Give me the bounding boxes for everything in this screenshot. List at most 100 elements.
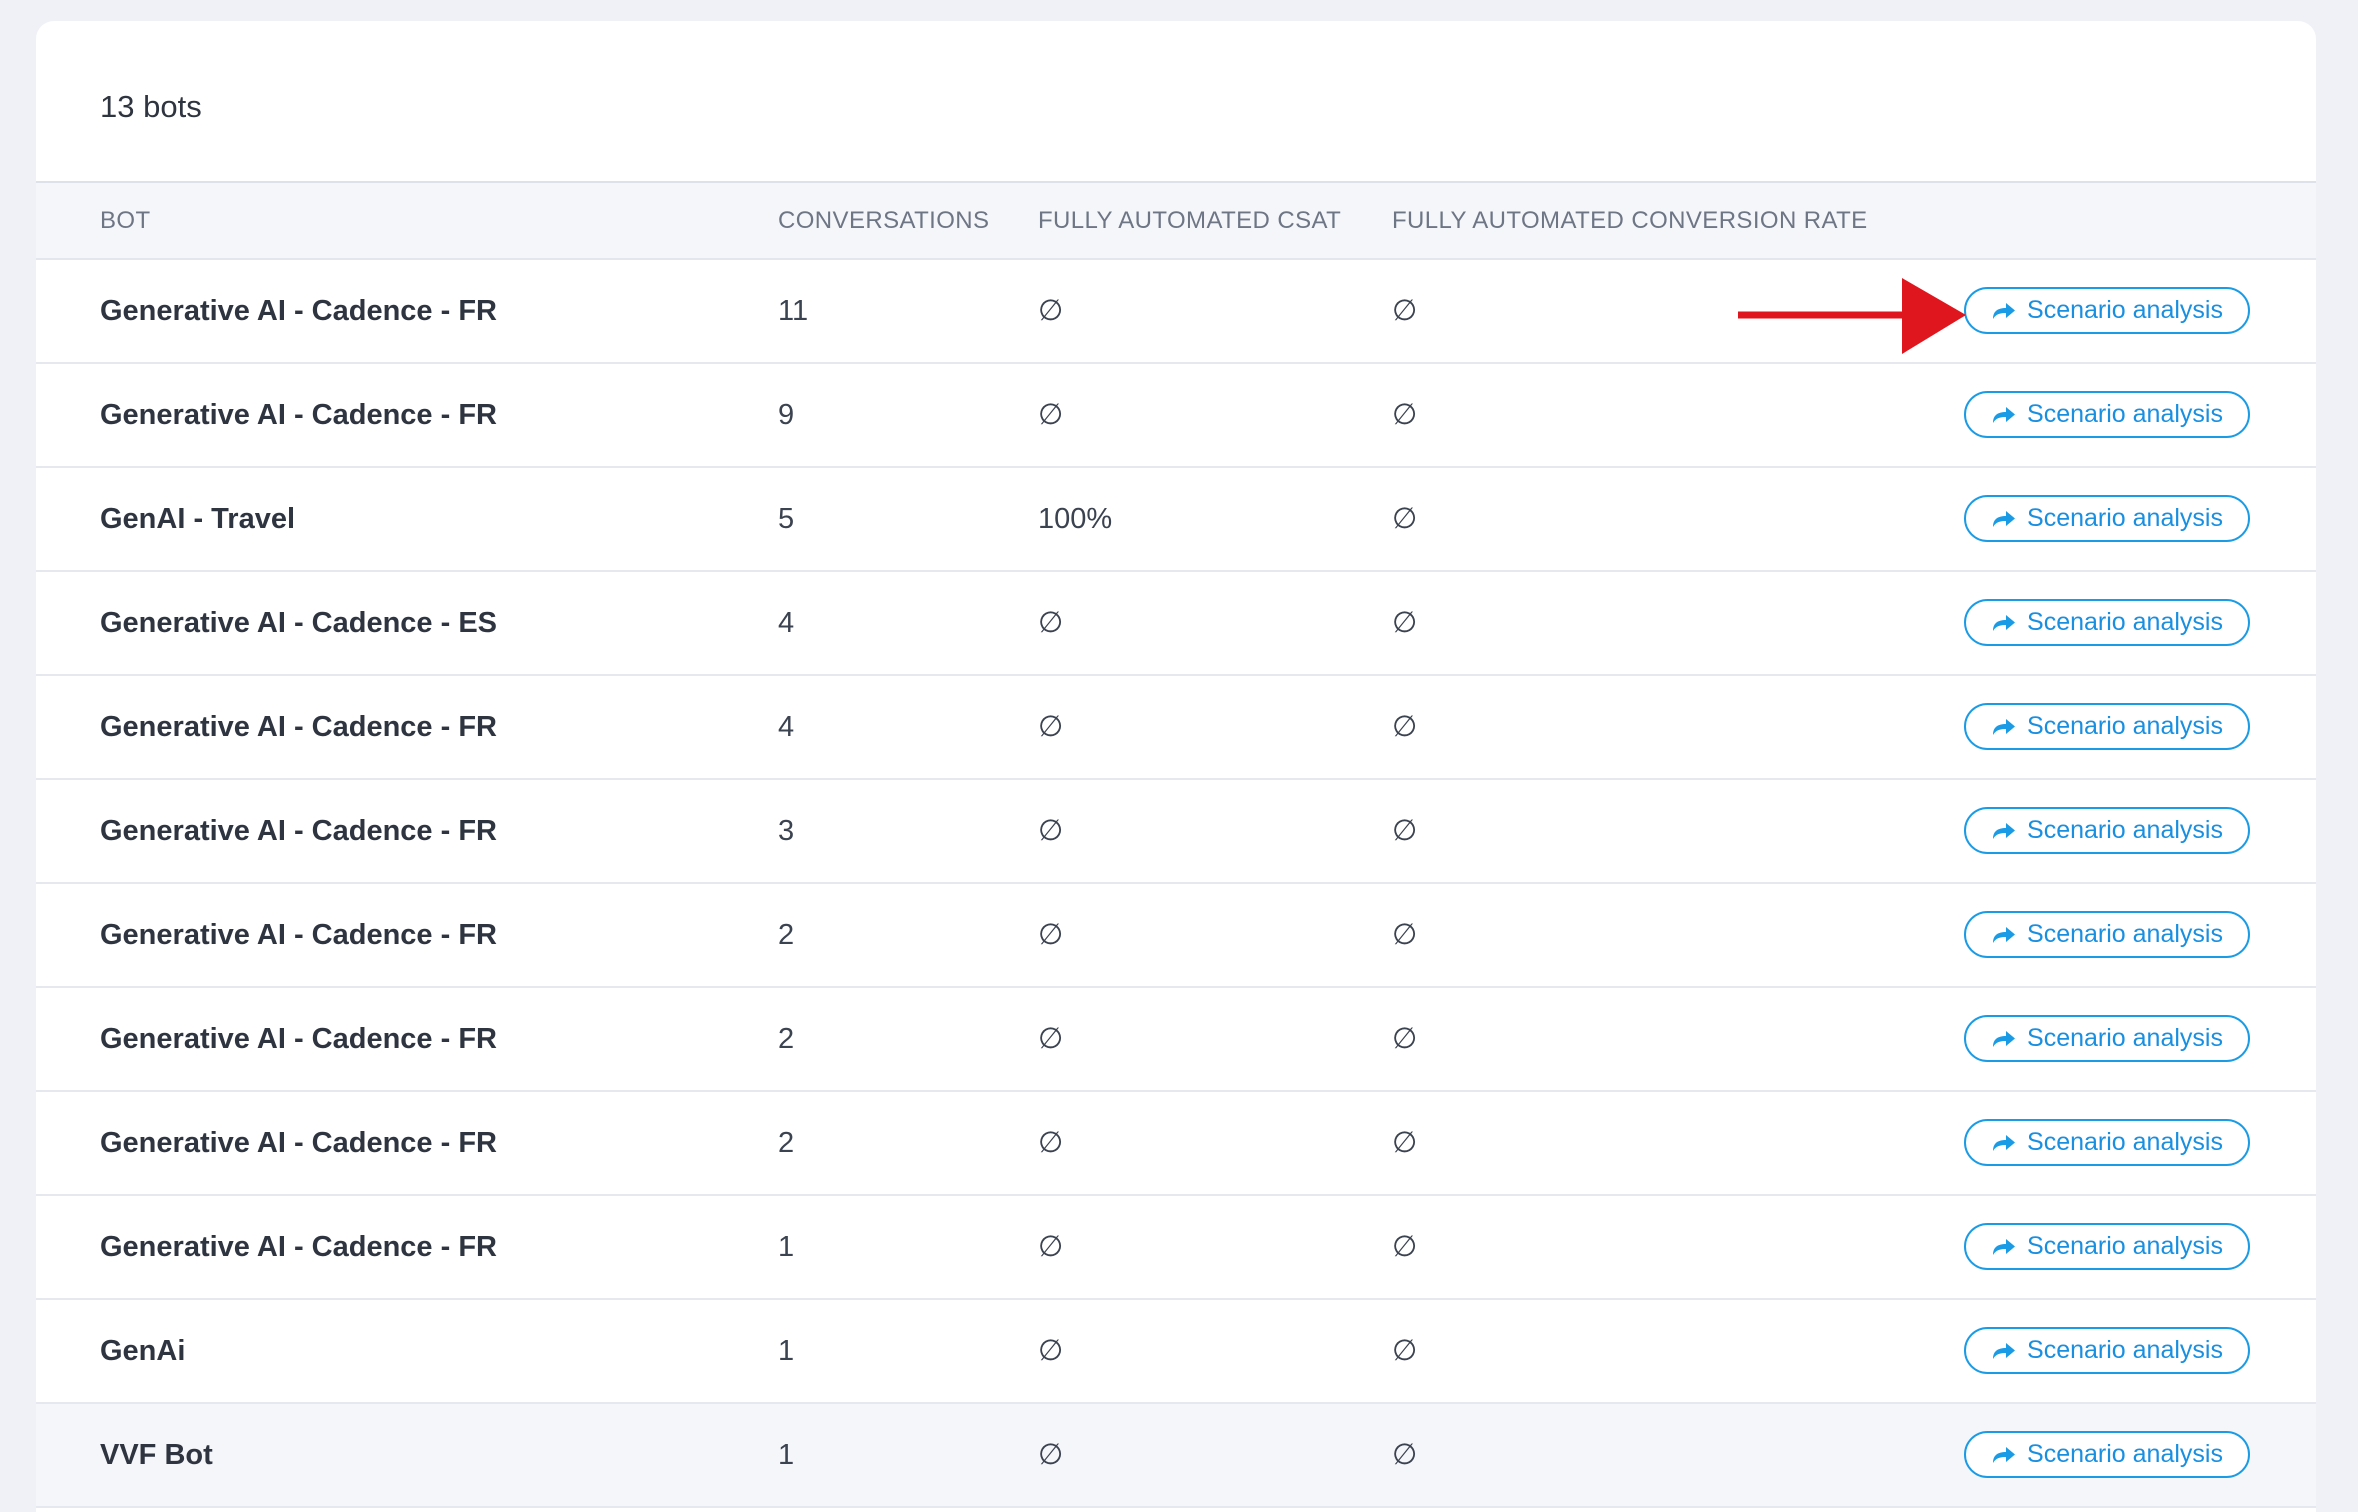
csat-cell: ∅	[1038, 295, 1064, 327]
column-header-conversations[interactable]: CONVERSATIONS	[778, 183, 989, 258]
conversion-rate-cell: ∅	[1392, 607, 1418, 639]
scenario-analysis-button[interactable]: Scenario analysis	[1964, 1327, 2250, 1374]
share-arrow-icon	[1993, 1134, 2016, 1151]
table-row[interactable]: Generative AI - Cadence - FR 1 ∅ ∅ Scenario …	[36, 1196, 2316, 1300]
conversion-rate-cell: ∅	[1392, 1439, 1418, 1471]
conversations-cell: 1	[778, 1231, 795, 1263]
bot-name-cell: Generative AI - Cadence - FR	[100, 295, 497, 327]
share-arrow-icon	[1993, 718, 2016, 735]
scenario-analysis-button[interactable]: Scenario analysis	[1964, 287, 2250, 334]
table-row[interactable]: Generative AI - Cadence - FR 11 ∅ ∅ Scenario…	[36, 260, 2316, 364]
share-arrow-icon	[1993, 926, 2016, 943]
share-arrow-icon	[1993, 614, 2016, 631]
scenario-analysis-label: Scenario analysis	[2027, 816, 2223, 844]
table-row[interactable]: GenAi 1 ∅ ∅ Scenario analysis	[36, 1300, 2316, 1404]
scenario-analysis-label: Scenario analysis	[2027, 296, 2223, 324]
bot-name-cell: Generative AI - Cadence - FR	[100, 1023, 497, 1055]
bot-name-cell: Generative AI - Cadence - FR	[100, 815, 497, 847]
bots-card: 13 bots BOT CONVERSATIONS FULLY AUTOMATE…	[36, 21, 2316, 1512]
scenario-analysis-label: Scenario analysis	[2027, 1024, 2223, 1052]
conversion-rate-cell: ∅	[1392, 1335, 1418, 1367]
bots-count-title: 13 bots	[100, 89, 202, 124]
csat-cell: ∅	[1038, 1231, 1064, 1263]
bot-name-cell: Generative AI - Cadence - FR	[100, 1127, 497, 1159]
share-arrow-icon	[1993, 510, 2016, 527]
conversion-rate-cell: ∅	[1392, 295, 1418, 327]
scenario-analysis-button[interactable]: Scenario analysis	[1964, 1223, 2250, 1270]
scenario-analysis-label: Scenario analysis	[2027, 1440, 2223, 1468]
csat-cell: ∅	[1038, 1127, 1064, 1159]
scenario-analysis-button[interactable]: Scenario analysis	[1964, 1431, 2250, 1478]
scenario-analysis-label: Scenario analysis	[2027, 1128, 2223, 1156]
table-row[interactable]: Generative AI - Cadence - ES 4 ∅ ∅ Scenario …	[36, 572, 2316, 676]
table-body: Generative AI - Cadence - FR 11 ∅ ∅ Scenario…	[36, 260, 2316, 1508]
table-row[interactable]: Generative AI - Cadence - FR 9 ∅ ∅ Scenario …	[36, 364, 2316, 468]
conversations-cell: 4	[778, 711, 795, 743]
scenario-analysis-label: Scenario analysis	[2027, 712, 2223, 740]
share-arrow-icon	[1993, 1342, 2016, 1359]
scenario-analysis-button[interactable]: Scenario analysis	[1964, 911, 2250, 958]
csat-cell: ∅	[1038, 815, 1064, 847]
csat-cell: ∅	[1038, 1023, 1064, 1055]
conversion-rate-cell: ∅	[1392, 503, 1418, 535]
bot-name-cell: Generative AI - Cadence - FR	[100, 919, 497, 951]
conversion-rate-cell: ∅	[1392, 1231, 1418, 1263]
scenario-analysis-label: Scenario analysis	[2027, 608, 2223, 636]
conversion-rate-cell: ∅	[1392, 815, 1418, 847]
conversations-cell: 5	[778, 503, 795, 535]
scenario-analysis-button[interactable]: Scenario analysis	[1964, 391, 2250, 438]
card-header: 13 bots	[36, 21, 2316, 183]
csat-cell: ∅	[1038, 711, 1064, 743]
conversations-cell: 9	[778, 399, 795, 431]
scenario-analysis-button[interactable]: Scenario analysis	[1964, 599, 2250, 646]
conversion-rate-cell: ∅	[1392, 919, 1418, 951]
scenario-analysis-label: Scenario analysis	[2027, 504, 2223, 532]
scenario-analysis-label: Scenario analysis	[2027, 400, 2223, 428]
conversations-cell: 2	[778, 919, 795, 951]
share-arrow-icon	[1993, 1030, 2016, 1047]
table-row[interactable]: Generative AI - Cadence - FR 3 ∅ ∅ Scenario …	[36, 780, 2316, 884]
bot-name-cell: Generative AI - Cadence - FR	[100, 1231, 497, 1263]
share-arrow-icon	[1993, 1238, 2016, 1255]
scenario-analysis-label: Scenario analysis	[2027, 920, 2223, 948]
scenario-analysis-button[interactable]: Scenario analysis	[1964, 703, 2250, 750]
bot-name-cell: Generative AI - Cadence - ES	[100, 607, 498, 639]
csat-cell: ∅	[1038, 1335, 1064, 1367]
scenario-analysis-button[interactable]: Scenario analysis	[1964, 1015, 2250, 1062]
scenario-analysis-label: Scenario analysis	[2027, 1232, 2223, 1260]
column-header-csat[interactable]: FULLY AUTOMATED CSAT	[1038, 183, 1341, 258]
bot-name-cell: GenAI - Travel	[100, 503, 296, 535]
conversations-cell: 1	[778, 1335, 795, 1367]
table-row[interactable]: GenAI - Travel 5 100% ∅ Scenario analysis	[36, 468, 2316, 572]
conversations-cell: 11	[778, 295, 809, 327]
conversion-rate-cell: ∅	[1392, 1023, 1418, 1055]
table-row[interactable]: VVF Bot 1 ∅ ∅ Scenario analysis	[36, 1404, 2316, 1508]
conversations-cell: 3	[778, 815, 795, 847]
csat-cell: ∅	[1038, 607, 1064, 639]
column-header-conversion-rate[interactable]: FULLY AUTOMATED CONVERSION RATE	[1392, 183, 1868, 258]
bot-name-cell: GenAi	[100, 1335, 186, 1367]
table-header: BOT CONVERSATIONS FULLY AUTOMATED CSAT F…	[36, 183, 2316, 260]
scenario-analysis-button[interactable]: Scenario analysis	[1964, 807, 2250, 854]
scenario-analysis-button[interactable]: Scenario analysis	[1964, 1119, 2250, 1166]
scenario-analysis-button[interactable]: Scenario analysis	[1964, 495, 2250, 542]
share-arrow-icon	[1993, 822, 2016, 839]
conversations-cell: 2	[778, 1127, 795, 1159]
conversion-rate-cell: ∅	[1392, 711, 1418, 743]
csat-cell: 100%	[1038, 503, 1113, 535]
conversations-cell: 2	[778, 1023, 795, 1055]
column-header-bot[interactable]: BOT	[100, 183, 151, 258]
bot-name-cell: VVF Bot	[100, 1439, 213, 1471]
conversations-cell: 1	[778, 1439, 795, 1471]
scenario-analysis-label: Scenario analysis	[2027, 1336, 2223, 1364]
csat-cell: ∅	[1038, 919, 1064, 951]
conversion-rate-cell: ∅	[1392, 399, 1418, 431]
share-arrow-icon	[1993, 1446, 2016, 1463]
share-arrow-icon	[1993, 302, 2016, 319]
table-row[interactable]: Generative AI - Cadence - FR 2 ∅ ∅ Scenario …	[36, 988, 2316, 1092]
bot-name-cell: Generative AI - Cadence - FR	[100, 399, 497, 431]
table-row[interactable]: Generative AI - Cadence - FR 4 ∅ ∅ Scenario …	[36, 676, 2316, 780]
table-row[interactable]: Generative AI - Cadence - FR 2 ∅ ∅ Scenario …	[36, 884, 2316, 988]
table-row[interactable]: Generative AI - Cadence - FR 2 ∅ ∅ Scenario …	[36, 1092, 2316, 1196]
bot-name-cell: Generative AI - Cadence - FR	[100, 711, 497, 743]
